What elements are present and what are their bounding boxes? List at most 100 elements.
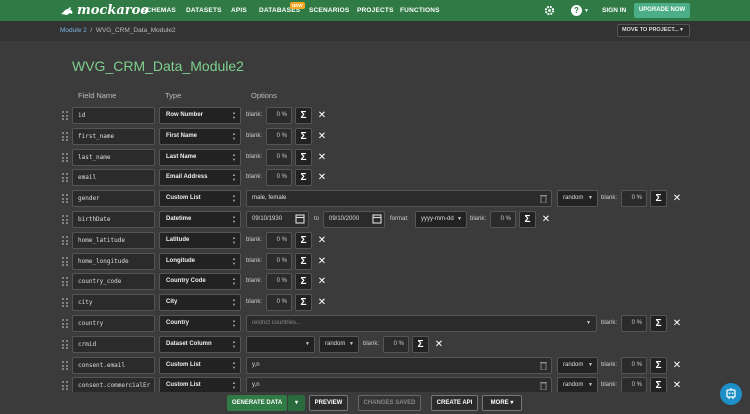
generate-options-dropdown[interactable]: ▾ <box>288 395 305 411</box>
nav-scenarios[interactable]: SCENARIOS <box>309 7 349 14</box>
custom-list-values-input[interactable]: male, female <box>246 190 552 207</box>
trash-icon[interactable] <box>540 361 547 370</box>
field-type-select[interactable]: Row Number ▲ ▼ <box>159 107 241 124</box>
dataset-column-select[interactable]: ▼ <box>246 336 315 353</box>
order-select[interactable]: random ▼ <box>557 190 598 207</box>
nav-functions[interactable]: FUNCTIONS <box>400 7 440 14</box>
formula-button[interactable]: Σ <box>412 336 429 353</box>
field-type-select[interactable]: Email Address ▲ ▼ <box>159 169 241 186</box>
nav-apis[interactable]: APIS <box>231 7 247 14</box>
upgrade-button[interactable]: UPGRADE NOW <box>634 3 690 18</box>
blank-percent-input[interactable]: 0 % <box>621 315 647 332</box>
formula-button[interactable]: Σ <box>295 169 312 186</box>
blank-percent-input[interactable]: 0 % <box>621 190 647 207</box>
drag-handle-icon[interactable] <box>62 298 68 307</box>
help-icon[interactable]: ? <box>571 5 582 16</box>
field-name-input[interactable]: country_code <box>72 273 155 290</box>
field-name-input[interactable]: id <box>72 107 155 124</box>
delete-field-button[interactable]: ✕ <box>672 357 682 374</box>
delete-field-button[interactable]: ✕ <box>317 294 327 311</box>
formula-button[interactable]: Σ <box>650 315 667 332</box>
field-type-select[interactable]: Datetime ▲ ▼ <box>159 211 241 228</box>
formula-button[interactable]: Σ <box>295 232 312 249</box>
delete-field-button[interactable]: ✕ <box>317 232 327 249</box>
nav-projects[interactable]: PROJECTS <box>357 7 394 14</box>
drag-handle-icon[interactable] <box>62 132 68 141</box>
blank-percent-input[interactable]: 0 % <box>266 128 292 145</box>
formula-button[interactable]: Σ <box>295 107 312 124</box>
blank-percent-input[interactable]: 0 % <box>266 253 292 270</box>
field-name-input[interactable]: crmid <box>72 336 155 353</box>
field-type-select[interactable]: Custom List ▲ ▼ <box>159 357 241 374</box>
drag-handle-icon[interactable] <box>62 173 68 182</box>
delete-field-button[interactable]: ✕ <box>317 149 327 166</box>
move-to-project-button[interactable]: MOVE TO PROJECT... ▼ <box>617 24 690 37</box>
field-type-select[interactable]: Latitude ▲ ▼ <box>159 232 241 249</box>
delete-field-button[interactable]: ✕ <box>317 128 327 145</box>
delete-field-button[interactable]: ✕ <box>672 315 682 332</box>
blank-percent-input[interactable]: 0 % <box>266 294 292 311</box>
field-type-select[interactable]: Dataset Column ▲ ▼ <box>159 336 241 353</box>
trash-icon[interactable] <box>540 381 547 390</box>
date-format-select[interactable]: yyyy-mm-dd ▼ <box>415 211 467 228</box>
drag-handle-icon[interactable] <box>62 361 68 370</box>
trash-icon[interactable] <box>540 194 547 203</box>
nav-datasets[interactable]: DATASETS <box>186 7 222 14</box>
delete-field-button[interactable]: ✕ <box>541 211 551 228</box>
field-name-input[interactable]: consent.email <box>72 357 155 374</box>
drag-handle-icon[interactable] <box>62 257 68 266</box>
order-select[interactable]: random ▼ <box>557 357 598 374</box>
calendar-icon[interactable] <box>293 211 307 228</box>
field-name-input[interactable]: gender <box>72 190 155 207</box>
delete-field-button[interactable]: ✕ <box>317 273 327 290</box>
delete-field-button[interactable]: ✕ <box>317 169 327 186</box>
formula-button[interactable]: Σ <box>650 357 667 374</box>
blank-percent-input[interactable]: 0 % <box>490 211 516 228</box>
field-name-input[interactable]: email <box>72 169 155 186</box>
field-name-input[interactable]: city <box>72 294 155 311</box>
formula-button[interactable]: Σ <box>650 190 667 207</box>
formula-button[interactable]: Σ <box>295 273 312 290</box>
drag-handle-icon[interactable] <box>62 277 68 286</box>
calendar-icon[interactable] <box>370 211 384 228</box>
field-name-input[interactable]: birthDate <box>72 211 155 228</box>
field-type-select[interactable]: Country Code ▲ ▼ <box>159 273 241 290</box>
create-api-button[interactable]: CREATE API <box>431 395 478 411</box>
field-type-select[interactable]: Longitude ▲ ▼ <box>159 253 241 270</box>
generate-data-button[interactable]: GENERATE DATA <box>227 395 287 411</box>
field-type-select[interactable]: Country ▲ ▼ <box>159 315 241 332</box>
field-name-input[interactable]: home_longitude <box>72 253 155 270</box>
nav-schemas[interactable]: SCHEMAS <box>142 7 176 14</box>
restrict-countries-select[interactable]: restrict countries... ▼ <box>246 315 597 332</box>
field-name-input[interactable]: home_latitude <box>72 232 155 249</box>
drag-handle-icon[interactable] <box>62 153 68 162</box>
delete-field-button[interactable]: ✕ <box>672 190 682 207</box>
drag-handle-icon[interactable] <box>62 236 68 245</box>
formula-button[interactable]: Σ <box>519 211 536 228</box>
formula-button[interactable]: Σ <box>295 128 312 145</box>
blank-percent-input[interactable]: 0 % <box>266 232 292 249</box>
field-type-select[interactable]: Last Name ▲ ▼ <box>159 149 241 166</box>
blank-percent-input[interactable]: 0 % <box>383 336 409 353</box>
drag-handle-icon[interactable] <box>62 215 68 224</box>
breadcrumb-parent[interactable]: Module 2 <box>60 27 87 34</box>
blank-percent-input[interactable]: 0 % <box>266 107 292 124</box>
formula-button[interactable]: Σ <box>295 294 312 311</box>
preview-button[interactable]: PREVIEW <box>309 395 348 411</box>
drag-handle-icon[interactable] <box>62 111 68 120</box>
formula-button[interactable]: Σ <box>295 253 312 270</box>
order-select[interactable]: random ▼ <box>319 336 359 353</box>
delete-field-button[interactable]: ✕ <box>317 253 327 270</box>
drag-handle-icon[interactable] <box>62 319 68 328</box>
delete-field-button[interactable]: ✕ <box>434 336 444 353</box>
drag-handle-icon[interactable] <box>62 381 68 390</box>
gear-icon[interactable] <box>544 5 555 16</box>
chevron-down-icon[interactable]: ▼ <box>584 8 589 14</box>
formula-button[interactable]: Σ <box>295 149 312 166</box>
chat-support-button[interactable] <box>720 383 742 405</box>
custom-list-values-input[interactable]: y,n <box>246 357 552 374</box>
field-type-select[interactable]: Custom List ▲ ▼ <box>159 190 241 207</box>
field-name-input[interactable]: country <box>72 315 155 332</box>
drag-handle-icon[interactable] <box>62 194 68 203</box>
field-name-input[interactable]: first_name <box>72 128 155 145</box>
